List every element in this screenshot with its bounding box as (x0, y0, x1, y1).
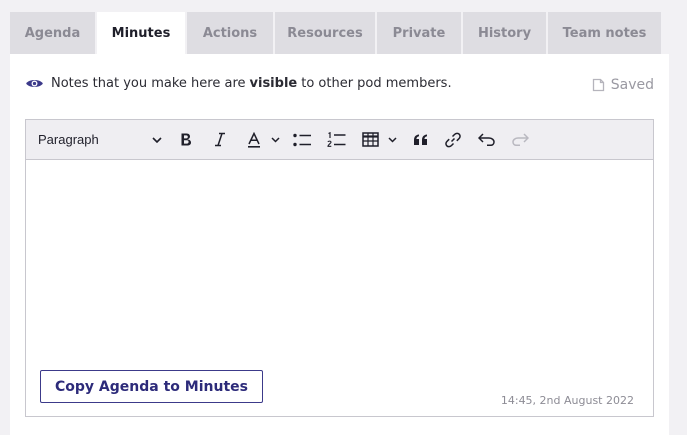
quote-icon (413, 134, 427, 145)
document-icon (592, 78, 604, 92)
bold-button[interactable] (176, 120, 196, 159)
numbered-list-icon (326, 131, 345, 147)
chevron-down-icon (387, 136, 397, 143)
block-quote-button[interactable] (410, 120, 430, 159)
rich-text-editor: Paragraph Copy Agenda to Minutes 14:45, … (25, 119, 654, 417)
insert-table-button[interactable] (360, 120, 380, 159)
italic-icon (215, 132, 225, 147)
editor-content-area[interactable] (26, 160, 653, 360)
saved-status: Saved (592, 77, 654, 93)
editor-toolbar: Paragraph (26, 120, 653, 160)
font-color-icon (248, 131, 260, 148)
italic-button[interactable] (210, 120, 230, 159)
link-icon (445, 132, 461, 147)
tab-bar: Agenda Minutes Actions Resources Private… (10, 12, 661, 55)
font-color-button[interactable] (244, 120, 264, 159)
tab-team-notes[interactable]: Team notes (548, 12, 661, 54)
notice-suffix: to other pod members. (301, 76, 452, 91)
tab-minutes[interactable]: Minutes (97, 12, 185, 55)
undo-icon (477, 133, 495, 146)
visibility-notice: Notes that you make here are visible to … (25, 76, 452, 91)
table-icon (361, 132, 379, 147)
saved-label: Saved (610, 77, 654, 93)
copy-agenda-to-minutes-button[interactable]: Copy Agenda to Minutes (40, 370, 263, 403)
table-dropdown[interactable] (386, 120, 398, 159)
tab-history[interactable]: History (463, 12, 546, 54)
block-format-select[interactable]: Paragraph (38, 120, 162, 159)
chevron-down-icon (152, 136, 162, 143)
bold-icon (181, 133, 191, 146)
block-format-label: Paragraph (38, 132, 99, 147)
notice-emphasis: visible (249, 76, 298, 91)
redo-button[interactable] (510, 120, 530, 159)
notice-prefix: Notes that you make here are (51, 76, 246, 91)
undo-button[interactable] (476, 120, 496, 159)
minutes-panel: Notes that you make here are visible to … (10, 54, 669, 435)
numbered-list-button[interactable] (325, 120, 347, 159)
bulleted-list-button[interactable] (291, 120, 313, 159)
redo-icon (511, 133, 529, 146)
bulleted-list-icon (292, 133, 311, 146)
tab-agenda[interactable]: Agenda (10, 12, 95, 54)
tab-private[interactable]: Private (377, 12, 461, 54)
chevron-down-icon (270, 136, 280, 143)
tab-resources[interactable]: Resources (275, 12, 375, 54)
insert-link-button[interactable] (443, 120, 463, 159)
tab-actions[interactable]: Actions (187, 12, 273, 54)
last-saved-timestamp: 14:45, 2nd August 2022 (500, 394, 634, 407)
font-color-dropdown[interactable] (269, 120, 281, 159)
eye-icon (26, 80, 43, 87)
